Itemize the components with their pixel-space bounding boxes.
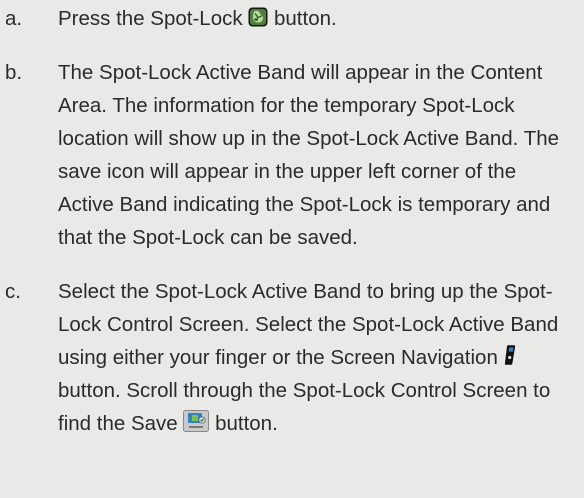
step-text: button. [215,412,278,435]
step-b: b. The Spot-Lock Active Band will appear… [0,56,584,254]
step-marker: a. [5,7,23,30]
screen-navigation-icon [504,344,516,366]
spot-lock-icon [248,7,268,27]
step-text: Select the Spot-Lock Active Band to brin… [58,280,559,369]
instruction-document: a. Press the Spot-Lock button. b. The Sp… [0,0,584,498]
step-text: Press the Spot-Lock [58,7,243,30]
step-text: The Spot-Lock Active Band will appear in… [58,61,560,249]
step-c: c. Select the Spot-Lock Active Band to b… [0,275,584,440]
step-a: a. Press the Spot-Lock button. [0,2,584,35]
step-marker: c. [5,280,21,303]
save-icon [183,410,210,432]
step-text: button. Scroll through the Spot-Lock Con… [58,379,551,435]
step-text: button. [274,7,337,30]
step-marker: b. [5,61,23,84]
